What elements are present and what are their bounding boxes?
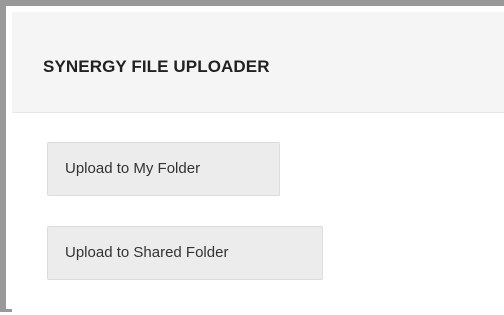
uploader-header: SYNERGY FILE UPLOADER [12, 12, 504, 113]
uploader-window: SYNERGY FILE UPLOADER Upload to My Folde… [0, 0, 504, 315]
upload-to-my-folder-button[interactable]: Upload to My Folder [47, 142, 280, 196]
upload-to-shared-folder-button[interactable]: Upload to Shared Folder [47, 226, 323, 280]
page-title: SYNERGY FILE UPLOADER [43, 57, 270, 76]
uploader-body: Upload to My Folder Upload to Shared Fol… [12, 113, 504, 315]
